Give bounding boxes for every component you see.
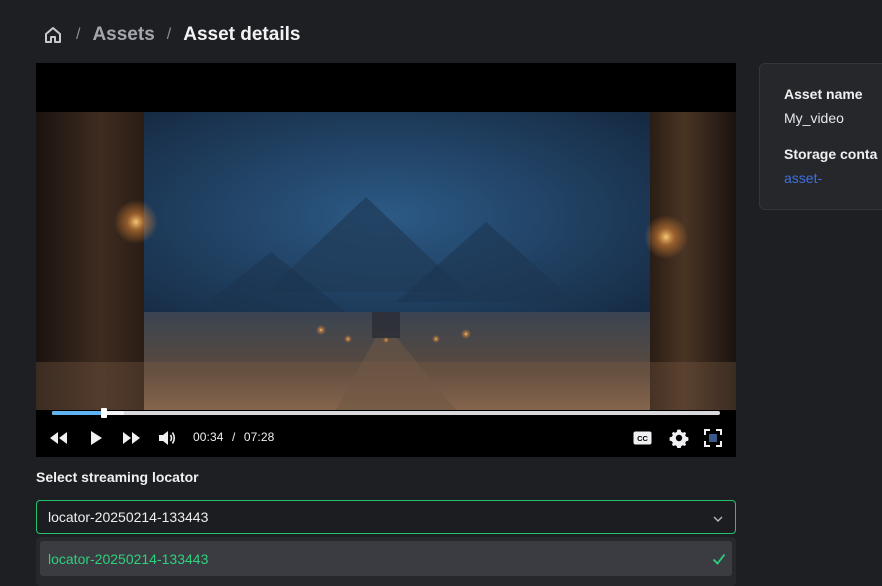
breadcrumb-assets-link[interactable]: Assets <box>92 24 154 46</box>
asset-info-card: Asset name My_video Storage conta asset- <box>759 63 882 210</box>
breadcrumb-separator: / <box>166 26 172 43</box>
fullscreen-icon[interactable] <box>703 427 723 449</box>
settings-icon[interactable] <box>668 427 690 449</box>
streaming-locator-selected-value: locator-20250214-133443 <box>48 509 209 525</box>
play-icon[interactable] <box>86 427 106 449</box>
seek-bar-played <box>52 411 105 415</box>
streaming-locator-dropdown: locator-20250214-133443 <box>36 537 736 586</box>
streaming-locator-label: Select streaming locator <box>36 469 199 485</box>
breadcrumb-separator: / <box>76 26 81 43</box>
time-separator: / <box>231 430 236 444</box>
fast-forward-icon[interactable] <box>120 427 142 449</box>
time-display: 00:34 / 07:28 <box>193 430 274 444</box>
seek-bar-thumb[interactable] <box>101 408 108 418</box>
streaming-locator-option-label: locator-20250214-133443 <box>48 551 209 567</box>
captions-icon[interactable]: CC <box>632 427 652 449</box>
video-player[interactable]: 00:34 / 07:28 CC <box>36 63 736 457</box>
rewind-icon[interactable] <box>48 427 70 449</box>
video-frame[interactable] <box>36 112 736 410</box>
player-controls: 00:34 / 07:28 CC <box>36 423 736 453</box>
streaming-locator-select[interactable]: locator-20250214-133443 <box>36 500 736 534</box>
check-icon <box>712 552 726 566</box>
streaming-locator-option[interactable]: locator-20250214-133443 <box>40 541 732 576</box>
seek-bar[interactable] <box>52 408 720 418</box>
duration: 07:28 <box>243 430 275 444</box>
svg-text:CC: CC <box>637 434 648 443</box>
page-title: Asset details <box>183 24 301 45</box>
home-icon[interactable] <box>42 24 64 46</box>
chevron-down-icon <box>712 512 724 524</box>
storage-container-link[interactable]: asset- <box>784 170 822 186</box>
asset-name-value: My_video <box>784 110 844 126</box>
current-time: 00:34 <box>193 430 224 444</box>
asset-name-label: Asset name <box>784 86 863 102</box>
volume-icon[interactable] <box>156 427 178 449</box>
breadcrumb: / Assets / Asset details <box>42 22 300 48</box>
storage-container-label: Storage conta <box>784 146 878 162</box>
